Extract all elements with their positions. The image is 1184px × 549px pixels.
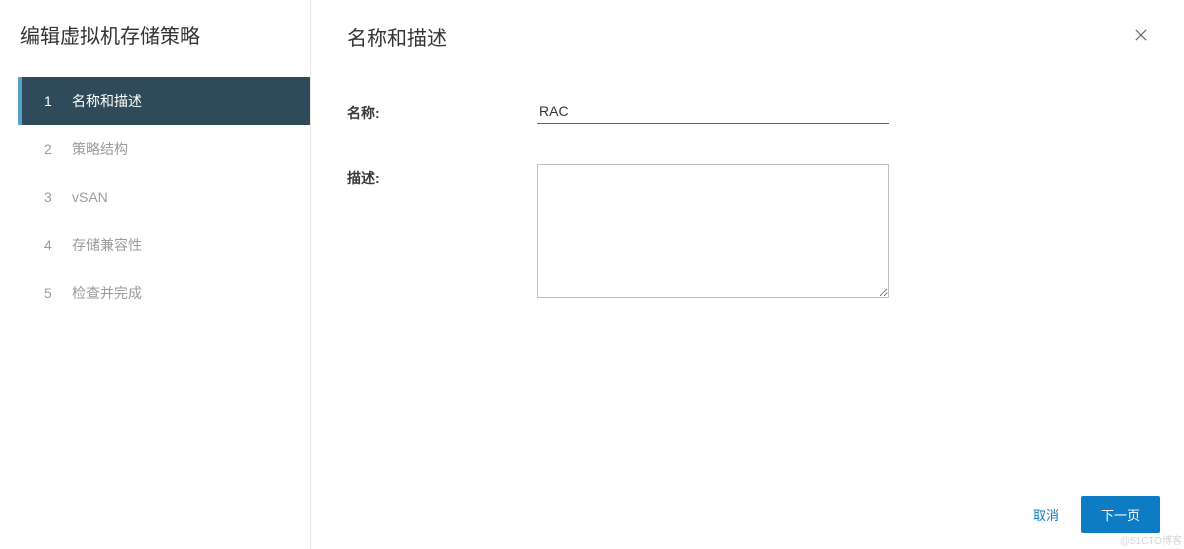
step-label: 检查并完成: [72, 283, 142, 303]
step-number: 3: [44, 189, 64, 205]
wizard-steps: 1 名称和描述 2 策略结构 3 vSAN 4 存储兼容性 5 检查并完成: [18, 77, 310, 317]
wizard-step-4[interactable]: 4 存储兼容性: [18, 221, 310, 269]
step-label: 策略结构: [72, 139, 128, 159]
form-area: 名称: 描述:: [347, 99, 1154, 338]
main-header: 名称和描述: [347, 22, 1154, 51]
close-icon[interactable]: [1128, 22, 1154, 48]
wizard-step-1[interactable]: 1 名称和描述: [18, 77, 310, 125]
wizard-sidebar: 编辑虚拟机存储策略 1 名称和描述 2 策略结构 3 vSAN 4 存储兼容性 …: [0, 0, 310, 549]
step-label: 存储兼容性: [72, 235, 142, 255]
step-number: 2: [44, 141, 64, 157]
step-number: 1: [44, 93, 64, 109]
name-row: 名称:: [347, 99, 1154, 124]
name-input[interactable]: [537, 99, 889, 124]
wizard-step-5[interactable]: 5 检查并完成: [18, 269, 310, 317]
description-label: 描述:: [347, 164, 537, 188]
wizard-step-3[interactable]: 3 vSAN: [18, 173, 310, 221]
step-number: 5: [44, 285, 64, 301]
sidebar-title: 编辑虚拟机存储策略: [18, 20, 310, 49]
description-row: 描述:: [347, 164, 1154, 298]
panel-title: 名称和描述: [347, 22, 447, 51]
wizard-footer: 取消 下一页: [1033, 496, 1160, 533]
step-label: 名称和描述: [72, 91, 142, 111]
cancel-button[interactable]: 取消: [1033, 505, 1059, 524]
name-label: 名称:: [347, 99, 537, 123]
step-label: vSAN: [72, 189, 108, 205]
wizard-step-2[interactable]: 2 策略结构: [18, 125, 310, 173]
next-button[interactable]: 下一页: [1081, 496, 1160, 533]
main-panel: 名称和描述 名称: 描述:: [310, 0, 1184, 549]
step-number: 4: [44, 237, 64, 253]
description-textarea[interactable]: [537, 164, 889, 298]
